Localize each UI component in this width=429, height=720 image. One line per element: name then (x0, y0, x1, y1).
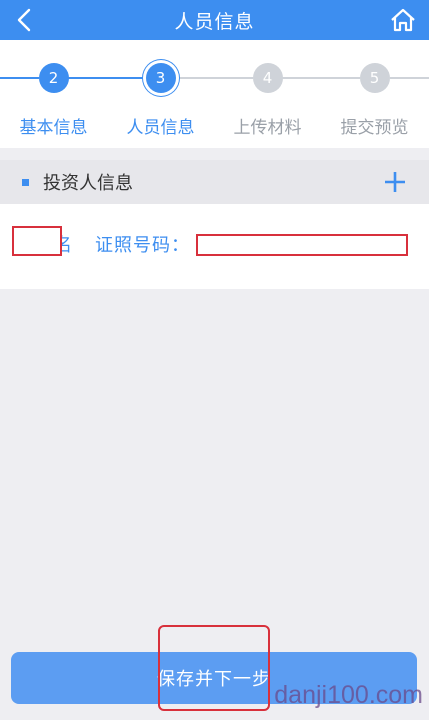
step-number: 5 (359, 63, 390, 93)
id-number-label: 证照号码： (95, 235, 190, 256)
step-number: 2 (38, 63, 69, 93)
add-investor-button[interactable] (381, 168, 409, 196)
investor-row[interactable]: 名 证照号码： (0, 204, 429, 289)
section-title: 投资人信息 (43, 173, 133, 194)
app-header: 人员信息 (0, 0, 429, 40)
section-marker-icon (22, 178, 29, 186)
page-title: 人员信息 (174, 10, 255, 33)
step-submit-preview[interactable]: 5 提交预览 (321, 40, 428, 138)
home-icon (391, 8, 415, 32)
step-label: 人员信息 (126, 118, 195, 138)
step-basic-info[interactable]: 2 基本信息 (0, 40, 107, 138)
investor-section-header: 投资人信息 (0, 160, 429, 204)
step-number: 3 (145, 63, 176, 93)
chevron-left-icon (17, 8, 31, 32)
step-label: 基本信息 (19, 118, 88, 138)
plus-icon (385, 172, 405, 192)
step-label: 提交预览 (340, 118, 409, 138)
step-number: 4 (252, 63, 283, 93)
progress-steps: 2 基本信息 3 人员信息 4 上传材料 5 提交预览 (0, 40, 429, 148)
redacted-name-box (12, 226, 62, 256)
step-label: 上传材料 (233, 118, 302, 138)
watermark: danji100.com (274, 681, 423, 709)
step-upload-materials[interactable]: 4 上传材料 (214, 40, 321, 138)
back-button[interactable] (6, 0, 42, 40)
home-button[interactable] (385, 0, 421, 40)
step-personnel-info[interactable]: 3 人员信息 (107, 40, 214, 138)
redacted-id-box (196, 234, 408, 256)
